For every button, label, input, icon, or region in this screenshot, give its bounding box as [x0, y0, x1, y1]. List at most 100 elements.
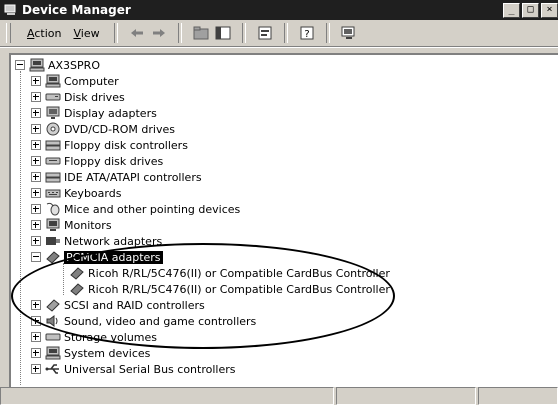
menu-view[interactable]: View	[67, 27, 105, 40]
minimize-button[interactable]: _	[503, 3, 520, 18]
toolbar-separator	[325, 23, 330, 43]
tree-item-label: SCSI and RAID controllers	[64, 298, 205, 312]
tree-item-label: Mice and other pointing devices	[64, 202, 241, 216]
tree-root-label: AX3SPRO	[48, 58, 100, 72]
pcmcia-icon	[45, 250, 61, 264]
expand-toggle[interactable]	[31, 140, 41, 150]
collapse-toggle[interactable]	[31, 252, 41, 262]
svg-text:?: ?	[304, 29, 309, 40]
expand-toggle[interactable]	[31, 300, 41, 310]
tree-item-label: Display adapters	[64, 106, 157, 120]
scsi-icon	[45, 298, 61, 312]
expand-toggle[interactable]	[31, 108, 41, 118]
expand-toggle[interactable]	[31, 236, 41, 246]
show-hide-tree-icon[interactable]	[212, 23, 234, 43]
tree-item-display-adapters[interactable]: Display adapters	[31, 105, 157, 121]
tree-item-label: Keyboards	[64, 186, 122, 200]
tree-item-usb-controllers[interactable]: Universal Serial Bus controllers	[31, 361, 235, 377]
storage-icon	[45, 330, 61, 344]
status-panel	[0, 387, 335, 405]
expand-toggle[interactable]	[31, 188, 41, 198]
tree-item-system-devices[interactable]: System devices	[31, 345, 150, 361]
expand-toggle[interactable]	[31, 172, 41, 182]
tree-line	[20, 71, 21, 385]
menu-action[interactable]: Action	[21, 27, 67, 40]
mouse-icon	[45, 202, 61, 216]
pcmcia-icon	[69, 266, 85, 280]
tree-item-label: Universal Serial Bus controllers	[64, 362, 236, 376]
expand-toggle[interactable]	[31, 92, 41, 102]
tree-item-label: DVD/CD-ROM drives	[64, 122, 175, 136]
expand-toggle[interactable]	[31, 220, 41, 230]
display-adapter-icon	[45, 106, 61, 120]
expand-toggle[interactable]	[31, 348, 41, 358]
tree-item-label: Monitors	[64, 218, 112, 232]
tree-item-label: Network adapters	[64, 234, 163, 248]
disk-drive-icon	[45, 90, 61, 104]
help-icon[interactable]: ?	[296, 23, 318, 43]
toolbar-separator	[113, 23, 118, 43]
tree-subitem-label: Ricoh R/RL/5C476(II) or Compatible CardB…	[88, 282, 390, 296]
maximize-button[interactable]: □	[522, 3, 539, 18]
toolbar-grip[interactable]	[6, 23, 11, 43]
tree-item-floppy-disk-controllers[interactable]: Floppy disk controllers	[31, 137, 188, 153]
window-title: Device Manager	[22, 3, 131, 17]
tree-item-network-adapters[interactable]: Network adapters	[31, 233, 162, 249]
tree-item-disk-drives[interactable]: Disk drives	[31, 89, 125, 105]
tree-subitem-cardbus-controller[interactable]: Ricoh R/RL/5C476(II) or Compatible CardB…	[69, 265, 390, 281]
tree-item-label: System devices	[64, 346, 151, 360]
status-bar	[0, 387, 558, 405]
window-buttons: _ □ ×	[503, 3, 558, 18]
tree-item-computer[interactable]: Computer	[31, 73, 119, 89]
status-panel	[478, 387, 558, 405]
tree-root[interactable]: AX3SPRO	[15, 57, 100, 73]
device-manager-icon	[4, 4, 18, 16]
tree-item-keyboards[interactable]: Keyboards	[31, 185, 121, 201]
scan-hardware-icon[interactable]	[338, 23, 360, 43]
pcmcia-icon	[69, 282, 85, 296]
tree-item-label: IDE ATA/ATAPI controllers	[64, 170, 202, 184]
tree-item-sound-video-game[interactable]: Sound, video and game controllers	[31, 313, 256, 329]
tree-item-label: Floppy disk drives	[64, 154, 164, 168]
back-arrow-icon[interactable]	[126, 23, 148, 43]
tree-line	[63, 263, 64, 295]
device-tree[interactable]: AX3SPRO Computer Disk drives Display ada…	[9, 53, 558, 387]
toolbar-separator	[177, 23, 182, 43]
forward-arrow-icon[interactable]	[148, 23, 170, 43]
close-button[interactable]: ×	[541, 3, 558, 18]
tree-item-floppy-disk-drives[interactable]: Floppy disk drives	[31, 153, 163, 169]
controller-icon	[45, 170, 61, 184]
expand-toggle[interactable]	[31, 76, 41, 86]
tree-item-storage-volumes[interactable]: Storage volumes	[31, 329, 157, 345]
tree-item-label: Disk drives	[64, 90, 125, 104]
toolbar-separator	[283, 23, 288, 43]
toolbar-separator	[241, 23, 246, 43]
monitor-icon	[45, 218, 61, 232]
expand-toggle[interactable]	[31, 332, 41, 342]
tree-item-pcmcia-adapters[interactable]: PCMCIA adapters	[31, 249, 163, 265]
sound-icon	[45, 314, 61, 328]
expand-toggle[interactable]	[31, 364, 41, 374]
expand-toggle[interactable]	[31, 124, 41, 134]
tree-item-label: Storage volumes	[64, 330, 158, 344]
tree-item-ide-controllers[interactable]: IDE ATA/ATAPI controllers	[31, 169, 202, 185]
expand-toggle[interactable]	[31, 204, 41, 214]
collapse-toggle[interactable]	[15, 60, 25, 70]
properties-icon[interactable]	[254, 23, 276, 43]
controller-icon	[45, 138, 61, 152]
tree-item-monitors[interactable]: Monitors	[31, 217, 112, 233]
tree-item-label: Sound, video and game controllers	[64, 314, 257, 328]
tree-item-label: PCMCIA adapters	[64, 250, 163, 264]
up-folder-icon[interactable]	[190, 23, 212, 43]
tree-item-dvd-cd-rom-drives[interactable]: DVD/CD-ROM drives	[31, 121, 175, 137]
computer-icon	[45, 74, 61, 88]
network-adapter-icon	[45, 234, 61, 248]
expand-toggle[interactable]	[31, 156, 41, 166]
expand-toggle[interactable]	[31, 316, 41, 326]
tree-item-label: Floppy disk controllers	[64, 138, 188, 152]
title-bar: Device Manager _ □ ×	[0, 0, 558, 20]
computer-icon	[29, 58, 45, 72]
tree-item-scsi-raid[interactable]: SCSI and RAID controllers	[31, 297, 205, 313]
tree-item-mice[interactable]: Mice and other pointing devices	[31, 201, 240, 217]
tree-subitem-cardbus-controller[interactable]: Ricoh R/RL/5C476(II) or Compatible CardB…	[69, 281, 390, 297]
